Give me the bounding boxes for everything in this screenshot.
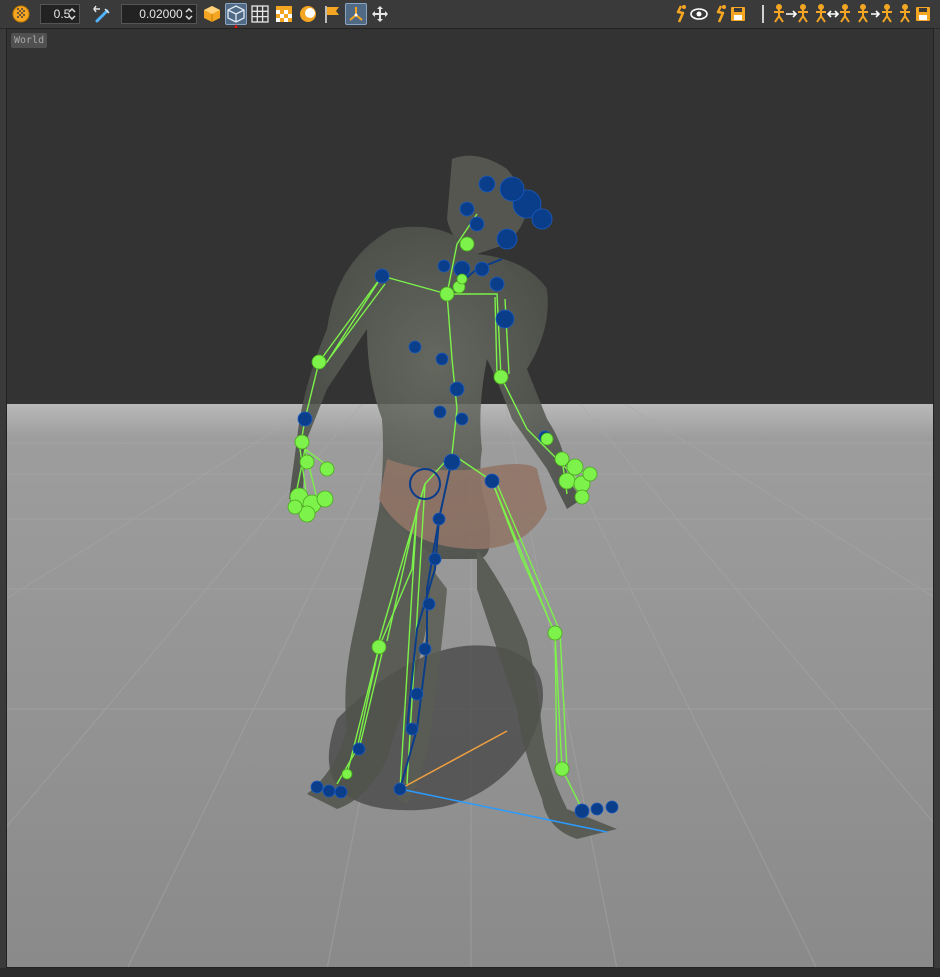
- copy-pose-button[interactable]: [856, 3, 894, 25]
- flag-button[interactable]: [321, 3, 343, 25]
- show-skeleton-button[interactable]: [674, 3, 710, 25]
- viewport-toolbar: 0.5 0.02000: [0, 0, 940, 29]
- scene-render: [7, 29, 933, 967]
- opacity-stepper[interactable]: 0.5: [40, 4, 80, 24]
- bone-scale-value: 0.02000: [139, 7, 183, 21]
- stepper-arrows-icon[interactable]: [184, 6, 194, 22]
- environment-icon: [300, 6, 316, 22]
- grid-icon: [251, 5, 269, 23]
- environment-button[interactable]: [297, 3, 319, 25]
- save-skeleton-button[interactable]: [714, 3, 750, 25]
- copy-pose-icon: [858, 4, 892, 23]
- axis-gizmo-icon: [349, 7, 363, 21]
- toolbar-separator: [762, 5, 764, 23]
- flag-icon: [325, 6, 339, 23]
- 3d-viewport[interactable]: World: [6, 28, 934, 968]
- save-pose-button[interactable]: [898, 3, 934, 25]
- checker-button[interactable]: [273, 3, 295, 25]
- editor-window: 0.5 0.02000 World: [0, 0, 940, 977]
- save-pose-icon: [900, 4, 930, 23]
- axis-gizmo-button[interactable]: [345, 3, 367, 25]
- wireframe-mode-icon: [227, 5, 245, 23]
- shaded-mode-icon: [204, 6, 220, 22]
- bone-scale-stepper[interactable]: 0.02000: [121, 4, 197, 24]
- show-skeleton-icon: [676, 5, 708, 23]
- mirror-pose-button[interactable]: [814, 3, 852, 25]
- stepper-arrows-icon[interactable]: [67, 6, 77, 22]
- bottom-border: [0, 968, 940, 977]
- coordinate-space-label[interactable]: World: [11, 33, 48, 48]
- move-gizmo-button[interactable]: [369, 3, 391, 25]
- grid-button[interactable]: [249, 3, 271, 25]
- shaded-mode-button[interactable]: [201, 3, 223, 25]
- save-skeleton-icon: [716, 5, 745, 23]
- bone-scale-icon[interactable]: [90, 3, 112, 25]
- opacity-icon[interactable]: [10, 3, 32, 25]
- checker-icon: [276, 6, 292, 22]
- retarget-pose-button[interactable]: [772, 3, 810, 25]
- mirror-pose-icon: [816, 4, 850, 23]
- move-gizmo-icon: [372, 6, 388, 22]
- retarget-pose-icon: [774, 4, 808, 23]
